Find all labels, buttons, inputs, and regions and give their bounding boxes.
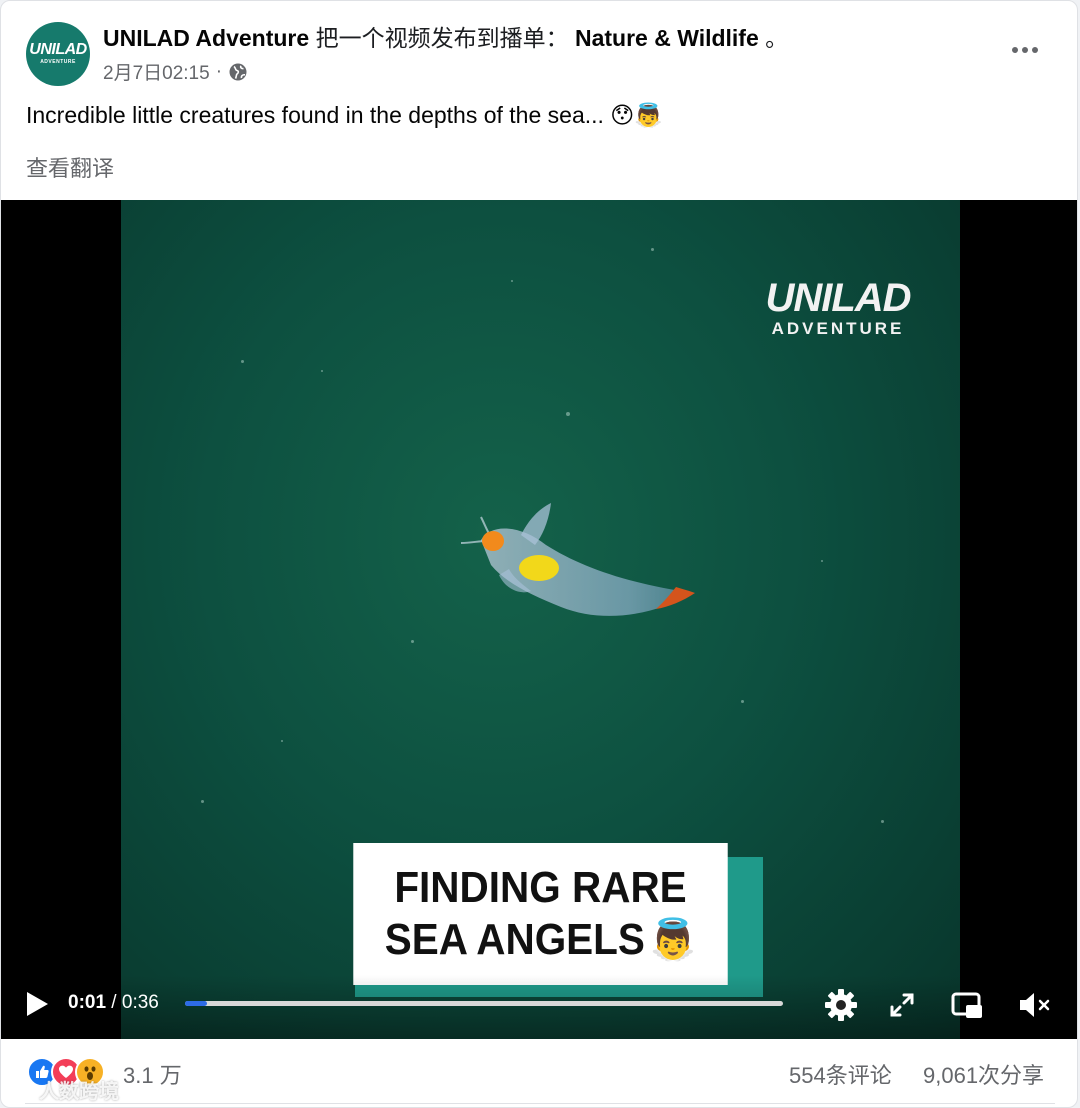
post-text: Incredible little creatures found in the…: [26, 102, 663, 128]
angel-emoji-icon: 👼: [650, 918, 697, 962]
sea-angel-illustration: [460, 503, 695, 616]
caption-line-2: SEA ANGELS: [384, 915, 645, 964]
more-options-button[interactable]: [1001, 31, 1049, 69]
time-separator: /: [106, 992, 122, 1013]
play-icon[interactable]: [23, 989, 51, 1019]
page-avatar[interactable]: UNILAD ADVENTURE: [26, 22, 90, 86]
post-meta: 2月7日02:15 ·: [103, 58, 248, 85]
duration: 0:36: [121, 992, 159, 1013]
playlist-link[interactable]: Nature & Wildlife: [575, 25, 759, 51]
headline-period: 。: [765, 25, 789, 51]
dot-icon: [1032, 47, 1038, 53]
watermark-logo-icon: [12, 1082, 32, 1098]
video-time: 0:01 / 0:36: [68, 992, 159, 1014]
caption-line-1: FINDING RARE: [394, 863, 687, 912]
muted-volume-icon[interactable]: [1016, 987, 1052, 1023]
dot-icon: [1022, 47, 1028, 53]
dot-icon: [1012, 47, 1018, 53]
video-caption: FINDING RARE SEA ANGELS 👼: [353, 843, 728, 985]
watermark: 人数跨境: [11, 1075, 119, 1104]
comment-count-link[interactable]: 554条评论: [789, 1058, 892, 1090]
progress-fill: [185, 1001, 207, 1006]
action-text: 把一个视频发布到播单：: [315, 25, 569, 51]
picture-in-picture-icon[interactable]: [949, 987, 985, 1023]
settings-gear-icon[interactable]: [823, 987, 859, 1023]
page-name-link[interactable]: UNILAD Adventure: [103, 25, 309, 51]
video-player[interactable]: UNILAD ADVENTURE FINDING RARE SEA ANGELS…: [1, 200, 1077, 1039]
reaction-count[interactable]: 3.1 万: [123, 1058, 182, 1090]
progress-bar[interactable]: [185, 1001, 783, 1006]
video-frame[interactable]: UNILAD ADVENTURE FINDING RARE SEA ANGELS…: [121, 200, 960, 1039]
post-card: UNILAD ADVENTURE UNILAD Adventure 把一个视频发…: [0, 0, 1078, 1108]
brand-sub-text: ADVENTURE: [771, 319, 905, 338]
post-headline: UNILAD Adventure 把一个视频发布到播单： Nature & Wi…: [103, 23, 788, 53]
footer-divider: [25, 1103, 1055, 1104]
meta-separator: ·: [215, 60, 223, 82]
brand-main-text: UNILAD: [765, 276, 911, 320]
caption-line-2-wrap: SEA ANGELS 👼: [385, 914, 697, 966]
see-translation-link[interactable]: 查看翻译: [26, 151, 114, 183]
current-time: 0:01: [68, 992, 107, 1013]
video-brand-logo: UNILAD ADVENTURE: [753, 278, 923, 340]
video-controls: 0:01 / 0:36: [1, 975, 1077, 1039]
globe-icon[interactable]: [228, 62, 248, 82]
fullscreen-icon[interactable]: [884, 987, 920, 1023]
avatar-logo-text: UNILAD: [29, 41, 87, 58]
avatar-logo-subtext: ADVENTURE: [40, 59, 76, 65]
share-count-link[interactable]: 9,061次分享: [923, 1058, 1044, 1090]
watermark-text: 人数跨境: [39, 1081, 119, 1103]
post-timestamp[interactable]: 2月7日02:15: [103, 58, 210, 85]
